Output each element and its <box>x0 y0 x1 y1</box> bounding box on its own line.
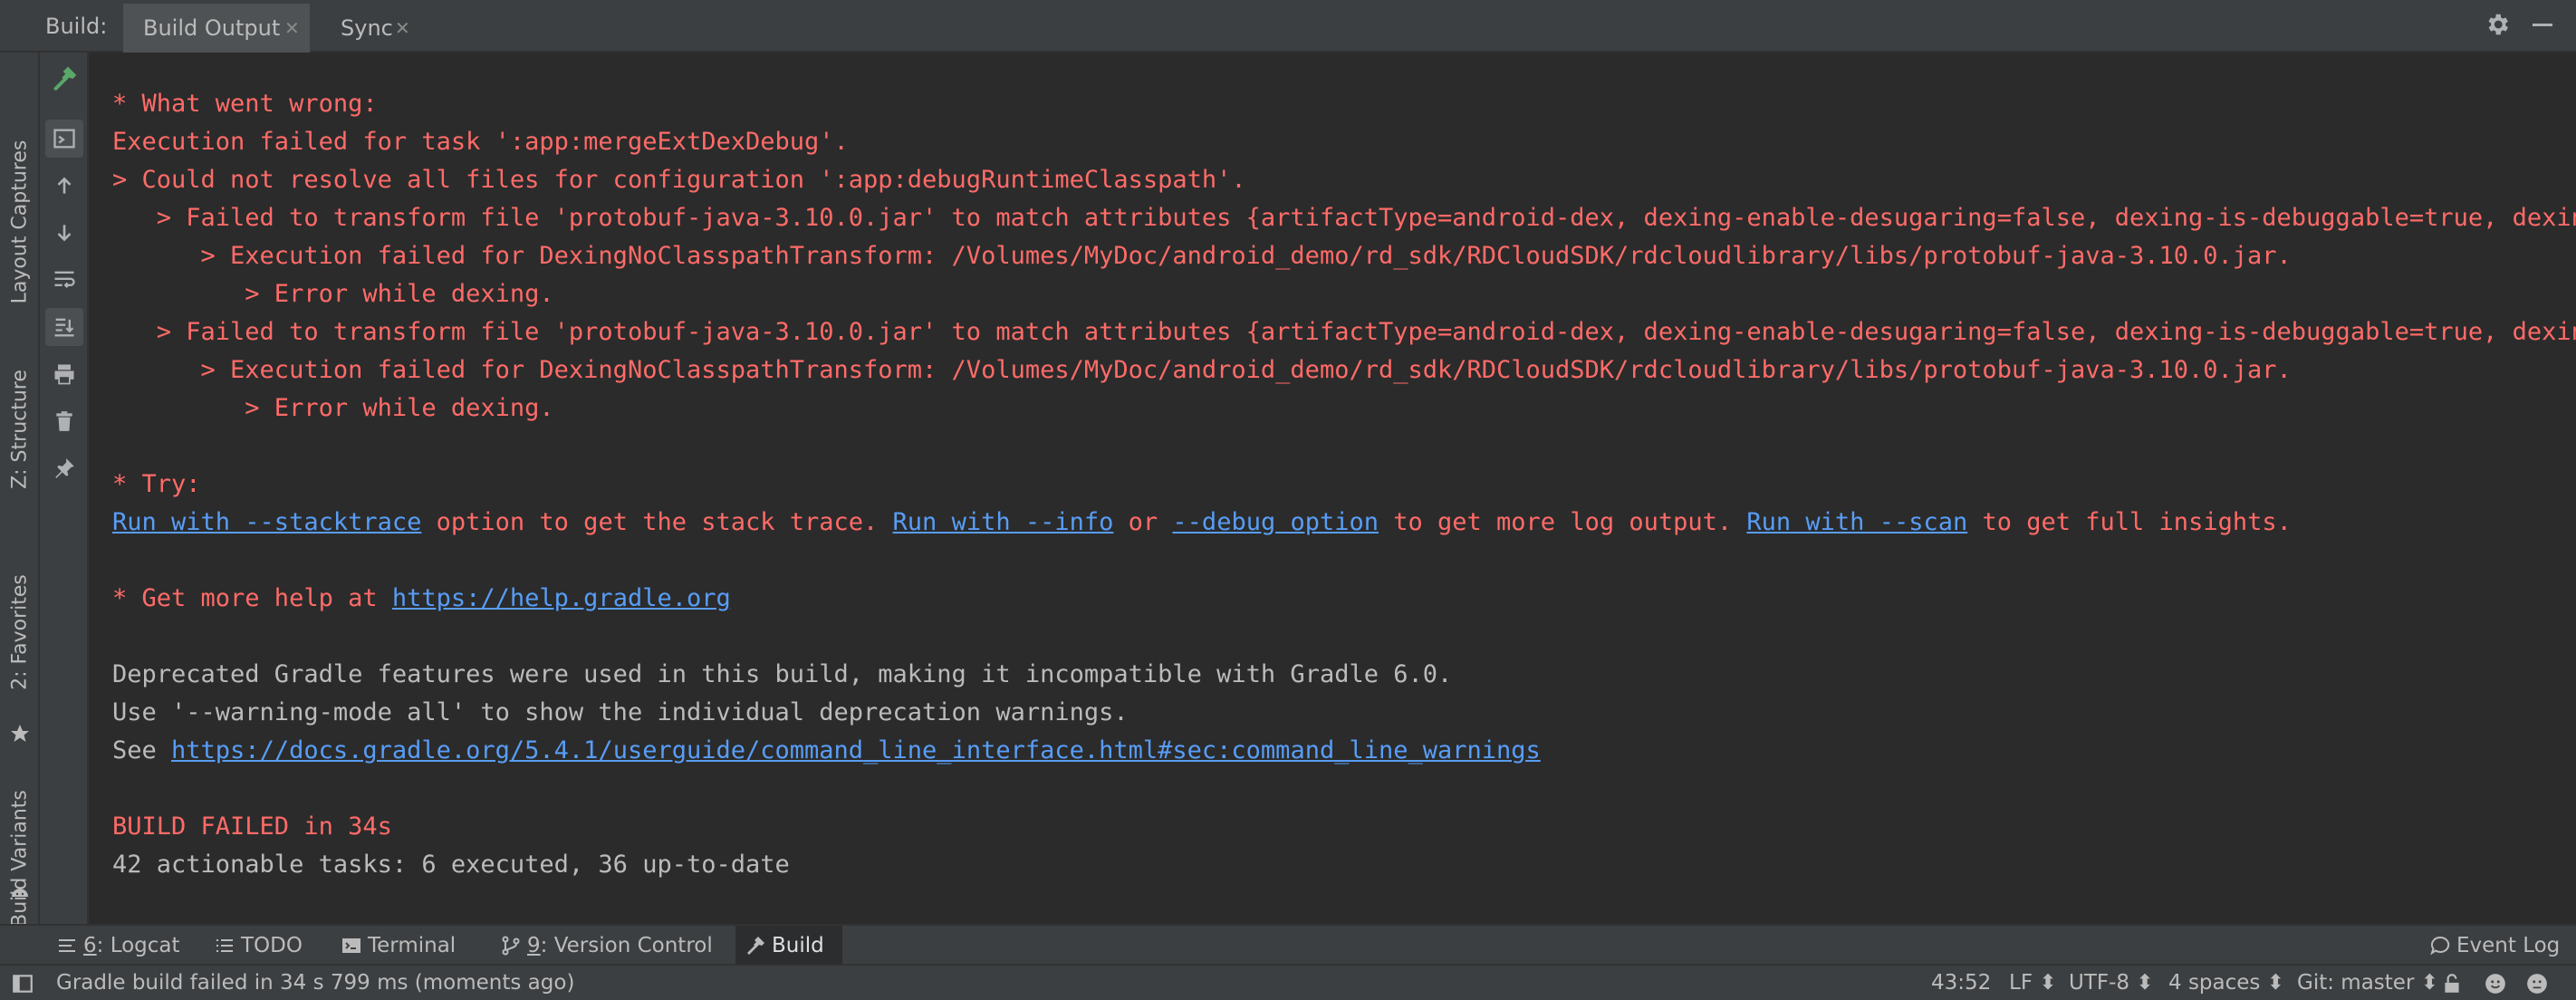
console-line: * What went wrong: <box>112 90 378 118</box>
print-icon[interactable] <box>45 355 83 393</box>
terminal-icon <box>342 938 360 953</box>
status-message: Gradle build failed in 34 s 799 ms (mome… <box>56 971 575 995</box>
indent-value: 4 spaces <box>2168 971 2261 995</box>
tab-build[interactable]: Build <box>735 926 842 966</box>
todo-label: TODO <box>241 934 303 957</box>
pin-icon[interactable] <box>45 449 83 487</box>
hammer-icon <box>747 937 764 955</box>
status-bar: Gradle build failed in 34 s 799 ms (mome… <box>0 964 2576 1000</box>
debug-link[interactable]: --debug option <box>1172 508 1379 536</box>
tool-window-build-variants[interactable]: Build Variants <box>0 777 40 940</box>
tab-terminal[interactable]: Terminal <box>332 926 476 966</box>
arrow-down-icon[interactable] <box>45 214 83 252</box>
logcat-mnemonic: 6 <box>83 934 97 957</box>
lock-icon[interactable] <box>2440 972 2464 995</box>
speech-bubble-icon <box>2430 936 2450 956</box>
console-line: > Failed to transform file 'protobuf-jav… <box>112 204 2576 232</box>
indent-selector[interactable]: 4 spaces ⬍ <box>2168 966 2284 1000</box>
logcat-icon <box>59 939 75 952</box>
scan-link[interactable]: Run with --scan <box>1746 508 1967 536</box>
close-icon[interactable]: ✕ <box>395 4 410 53</box>
try-line: Run with --stacktrace option to get the … <box>112 504 2576 542</box>
tab-build-output[interactable]: Build Output ✕ <box>123 4 310 53</box>
deprecation-line: Use '--warning-mode all' to show the ind… <box>112 698 1129 726</box>
arrow-up-icon[interactable] <box>45 167 83 205</box>
try-text: option to get the stack trace. <box>421 508 893 536</box>
trash-icon[interactable] <box>45 402 83 440</box>
tab-todo[interactable]: TODO <box>205 926 322 966</box>
try-text: to get more log output. <box>1379 508 1747 536</box>
line-separator-value: LF <box>2009 971 2033 995</box>
console-line: > Error while dexing. <box>112 394 554 422</box>
see-prefix: See <box>112 736 172 764</box>
deprecation-line: Deprecated Gradle features were used in … <box>112 660 1453 688</box>
inspector-face-icon[interactable] <box>2525 972 2549 995</box>
encoding-value: UTF-8 <box>2069 971 2130 995</box>
android-icon <box>0 880 40 908</box>
build-console-output[interactable]: * What went wrong: Execution failed for t… <box>89 53 2576 924</box>
console-line: Execution failed for task ':app:mergeExt… <box>112 128 849 156</box>
layout-captures-label: Layout Captures <box>8 139 32 304</box>
vcs-label: : Version Control <box>540 934 713 957</box>
vcs-mnemonic: 9 <box>527 934 541 957</box>
build-tab-label: Build <box>772 934 824 957</box>
list-icon <box>216 939 233 952</box>
favorites-label: 2: Favorites <box>8 574 32 690</box>
console-line: > Error while dexing. <box>112 280 554 308</box>
tab-sync[interactable]: Sync ✕ <box>321 4 428 53</box>
branch-icon <box>502 936 520 956</box>
build-tool-window-header: Build: Build Output ✕ Sync ✕ <box>0 0 2576 53</box>
help-line: * Get more help at https://help.gradle.o… <box>112 580 2576 618</box>
close-icon[interactable]: ✕ <box>284 4 300 53</box>
try-heading: * Try: <box>112 470 201 498</box>
soft-wrap-icon[interactable] <box>45 261 83 299</box>
build-toolbar <box>40 53 89 924</box>
gradle-help-link[interactable]: https://help.gradle.org <box>392 584 731 612</box>
gear-icon[interactable] <box>2482 11 2513 42</box>
tool-window-layout-captures[interactable]: Layout Captures <box>0 118 40 326</box>
console-line: > Execution failed for DexingNoClasspath… <box>112 242 2292 270</box>
minimize-icon[interactable] <box>2527 11 2558 42</box>
tasks-summary: 42 actionable tasks: 6 executed, 36 up-t… <box>112 851 790 879</box>
deprecation-line: See https://docs.gradle.org/5.4.1/usergu… <box>112 732 2576 770</box>
tool-window-favorites[interactable]: 2: Favorites <box>0 542 40 723</box>
tab-logcat[interactable]: 6: Logcat <box>47 926 192 966</box>
left-tool-window-strip: Layout Captures Z: Structure 2: Favorite… <box>0 53 40 928</box>
info-link[interactable]: Run with --info <box>893 508 1114 536</box>
encoding-selector[interactable]: UTF-8 ⬍ <box>2069 966 2154 1000</box>
terminal-label: Terminal <box>368 934 457 957</box>
event-log-button[interactable]: Event Log <box>2424 926 2569 966</box>
toggle-view-icon[interactable] <box>45 120 83 158</box>
panel-toggle-icon[interactable] <box>11 972 34 995</box>
line-separator-selector[interactable]: LF ⬍ <box>2009 966 2057 1000</box>
caret-position[interactable]: 43:52 <box>1931 966 1991 1000</box>
gradle-docs-link[interactable]: https://docs.gradle.org/5.4.1/userguide/… <box>171 736 1541 764</box>
logcat-label: : Logcat <box>96 934 180 957</box>
git-branch-value: Git: master <box>2297 971 2415 995</box>
tool-window-structure[interactable]: Z: Structure <box>0 348 40 511</box>
scroll-to-end-icon[interactable] <box>45 308 83 346</box>
tab-version-control[interactable]: 9: Version Control <box>491 926 717 966</box>
star-icon <box>0 723 40 750</box>
tab-build-output-label: Build Output <box>143 15 281 41</box>
stacktrace-link[interactable]: Run with --stacktrace <box>112 508 421 536</box>
console-line: > Execution failed for DexingNoClasspath… <box>112 356 2292 384</box>
build-failed-status: BUILD FAILED in 34s <box>112 812 392 841</box>
tab-sync-label: Sync <box>341 15 393 41</box>
console-line: > Could not resolve all files for config… <box>112 166 1246 194</box>
build-label: Build: <box>45 14 108 39</box>
git-branch-selector[interactable]: Git: master ⬍ <box>2297 966 2438 1000</box>
try-text: or <box>1113 508 1173 536</box>
smiley-icon[interactable] <box>2484 972 2507 995</box>
structure-label: Z: Structure <box>8 370 32 489</box>
help-prefix: * Get more help at <box>112 584 392 612</box>
event-log-label: Event Log <box>2456 934 2561 957</box>
hammer-icon[interactable] <box>45 60 83 98</box>
try-text: to get full insights. <box>1967 508 2292 536</box>
bottom-tool-window-bar: 6: Logcat TODO Terminal 9: Version Contr… <box>0 924 2576 966</box>
console-line: > Failed to transform file 'protobuf-jav… <box>112 318 2576 346</box>
